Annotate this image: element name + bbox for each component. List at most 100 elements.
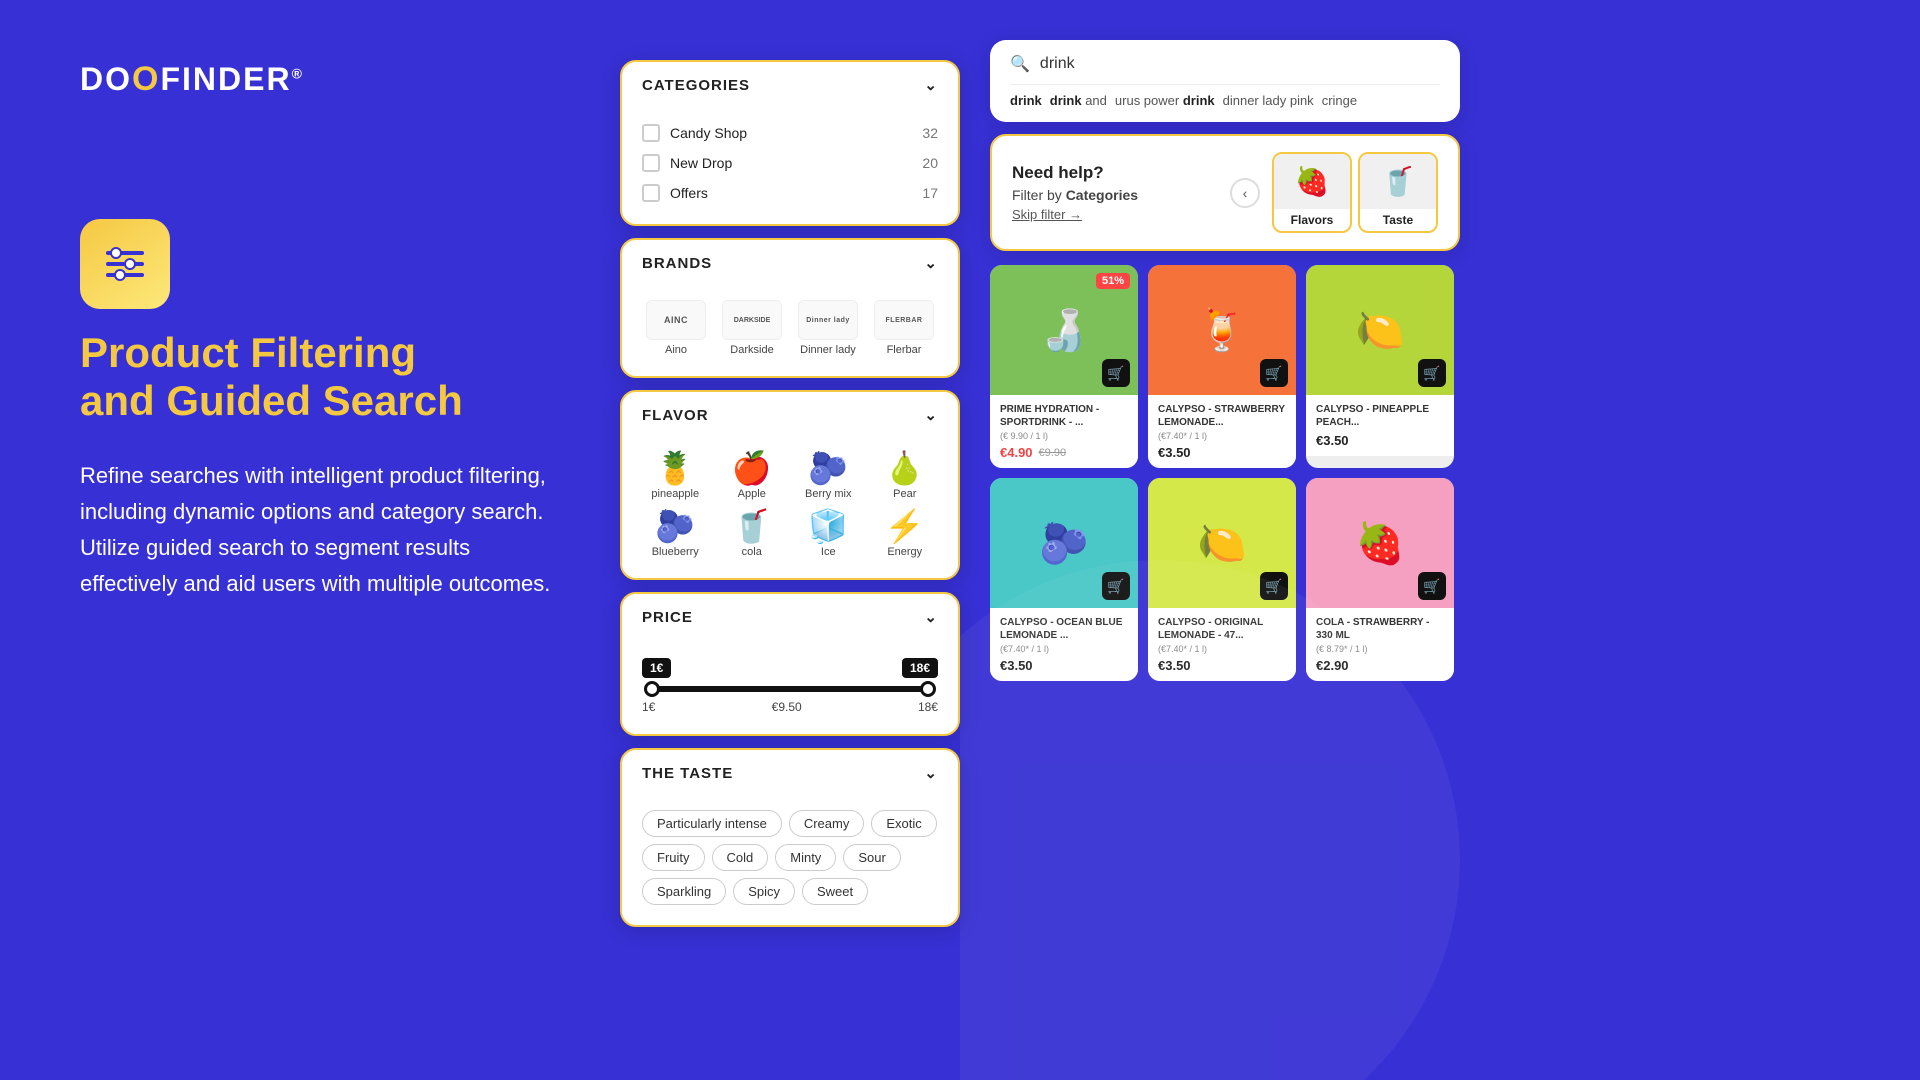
product-name-1: CALYPSO - STRAWBERRY LEMONADE... <box>1158 403 1286 429</box>
flavor-pear[interactable]: 🍐 Pear <box>872 452 939 500</box>
taste-tag-9[interactable]: Sweet <box>802 878 868 905</box>
product-card-5[interactable]: 🍓 🛒 COLA - STRAWBERRY - 330 ML (€ 8.79* … <box>1306 478 1454 681</box>
taste-tag-6[interactable]: Sour <box>843 844 900 871</box>
category-name-1: New Drop <box>670 155 732 171</box>
price-slider-fill <box>652 686 929 692</box>
price-header[interactable]: PRICE ⌄ <box>622 594 958 640</box>
brand-item-0[interactable]: AINC Aino <box>642 300 710 356</box>
flavor-apple[interactable]: 🍎 Apple <box>719 452 786 500</box>
price-labels-top: 1€ 18€ <box>642 658 938 678</box>
taste-chevron-icon: ⌄ <box>924 764 938 782</box>
add-to-cart-4[interactable]: 🛒 <box>1260 572 1288 600</box>
taste-card: THE TASTE ⌄ Particularly intense Creamy … <box>620 748 960 927</box>
taste-tag-5[interactable]: Minty <box>775 844 836 871</box>
energy-icon: ⚡ <box>885 510 925 542</box>
taste-tag-3[interactable]: Fruity <box>642 844 705 871</box>
product-card-0[interactable]: 🍶 51% 🛒 PRIME HYDRATION - SPORTDRINK - .… <box>990 265 1138 468</box>
search-sugg-2[interactable]: urus power drink <box>1115 93 1215 108</box>
flavor-cola[interactable]: 🥤 cola <box>719 510 786 558</box>
brand-logo-2: Dinner lady <box>798 300 858 340</box>
search-sugg-3[interactable]: dinner lady pink <box>1223 93 1314 108</box>
product-name-3: CALYPSO - OCEAN BLUE LEMONADE ... <box>1000 616 1128 642</box>
taste-tag-0[interactable]: Particularly intense <box>642 810 782 837</box>
search-panel: 🔍 drink drink drink and urus power drink… <box>990 40 1460 122</box>
price-body: 1€ 18€ 1€ €9.50 18€ <box>622 640 958 734</box>
categories-header[interactable]: CATEGORIES ⌄ <box>622 62 958 108</box>
taste-tag-4[interactable]: Cold <box>712 844 769 871</box>
search-sugg-4[interactable]: cringe <box>1322 93 1357 108</box>
flavor-card: FLAVOR ⌄ 🍍 pineapple 🍎 Apple 🫐 Berry mix <box>620 390 960 580</box>
search-bar: 🔍 drink <box>1010 54 1440 85</box>
flavor-label-7: Energy <box>887 546 922 558</box>
brands-header[interactable]: BRANDS ⌄ <box>622 240 958 286</box>
taste-header[interactable]: THE TASTE ⌄ <box>622 750 958 796</box>
search-sugg-1[interactable]: drink and <box>1050 93 1107 108</box>
add-to-cart-2[interactable]: 🛒 <box>1418 359 1446 387</box>
product-price-1: €3.50 <box>1158 445 1191 460</box>
price-card: PRICE ⌄ 1€ 18€ 1€ €9.50 18€ <box>620 592 960 736</box>
add-to-cart-3[interactable]: 🛒 <box>1102 572 1130 600</box>
flavor-blueberry[interactable]: 🫐 Blueberry <box>642 510 709 558</box>
taste-tag-2[interactable]: Exotic <box>871 810 936 837</box>
blueberry-icon: 🫐 <box>655 510 695 542</box>
price-thumb-min[interactable] <box>644 681 660 697</box>
categories-body: Candy Shop 32 New Drop 20 Offers 17 <box>622 108 958 224</box>
categories-chevron-icon: ⌄ <box>924 76 938 94</box>
product-badge-0: 51% <box>1096 273 1130 289</box>
guided-title: Need help? <box>1012 163 1218 183</box>
brands-chevron-icon: ⌄ <box>924 254 938 272</box>
flavors-label: Flavors <box>1287 209 1338 231</box>
category-checkbox-2[interactable] <box>642 184 660 202</box>
taste-tag-8[interactable]: Spicy <box>733 878 795 905</box>
search-query[interactable]: drink <box>1040 55 1075 73</box>
apple-icon: 🍎 <box>732 452 772 484</box>
product-price-4: €3.50 <box>1158 658 1191 673</box>
product-info-0: PRIME HYDRATION - SPORTDRINK - ... (€ 9.… <box>990 395 1138 468</box>
category-checkbox-1[interactable] <box>642 154 660 172</box>
flavor-pineapple[interactable]: 🍍 pineapple <box>642 452 709 500</box>
brand-item-2[interactable]: Dinner lady Dinner lady <box>794 300 862 356</box>
right-panel: 🔍 drink drink drink and urus power drink… <box>960 0 1920 1080</box>
products-grid: 🍶 51% 🛒 PRIME HYDRATION - SPORTDRINK - .… <box>990 265 1460 681</box>
brand-logo-0: AINC <box>646 300 706 340</box>
product-price-2: €3.50 <box>1316 433 1349 448</box>
price-slider-track[interactable] <box>646 686 934 692</box>
product-card-1[interactable]: 🍹 🛒 CALYPSO - STRAWBERRY LEMONADE... (€7… <box>1148 265 1296 468</box>
add-to-cart-5[interactable]: 🛒 <box>1418 572 1446 600</box>
guided-prev-button[interactable]: ‹ <box>1230 178 1260 208</box>
flavor-header[interactable]: FLAVOR ⌄ <box>622 392 958 438</box>
brand-item-3[interactable]: FLERBAR Flerbar <box>870 300 938 356</box>
guided-filter-flavors[interactable]: 🍓 Flavors <box>1272 152 1352 233</box>
product-card-2[interactable]: 🍋 🛒 CALYPSO - PINEAPPLE PEACH... €3.50 <box>1306 265 1454 468</box>
flavor-title: FLAVOR <box>642 407 709 424</box>
add-to-cart-0[interactable]: 🛒 <box>1102 359 1130 387</box>
product-sub-0: (€ 9.90 / 1 l) <box>1000 431 1128 441</box>
category-checkbox-0[interactable] <box>642 124 660 142</box>
product-price-3: €3.50 <box>1000 658 1033 673</box>
flavor-label-5: cola <box>742 546 762 558</box>
add-to-cart-1[interactable]: 🛒 <box>1260 359 1288 387</box>
flavor-ice[interactable]: 🧊 Ice <box>795 510 862 558</box>
brand-item-1[interactable]: DARKSIDE Darkside <box>718 300 786 356</box>
taste-body: Particularly intense Creamy Exotic Fruit… <box>622 796 958 925</box>
taste-tag-1[interactable]: Creamy <box>789 810 865 837</box>
guided-nav: ‹ <box>1230 178 1260 208</box>
product-card-3[interactable]: 🫐 🛒 CALYPSO - OCEAN BLUE LEMONADE ... (€… <box>990 478 1138 681</box>
price-mid-label: €9.50 <box>772 700 802 714</box>
product-card-4[interactable]: 🍋 🛒 CALYPSO - ORIGINAL LEMONADE - 47... … <box>1148 478 1296 681</box>
product-info-3: CALYPSO - OCEAN BLUE LEMONADE ... (€7.40… <box>990 608 1138 681</box>
flavor-label-4: Blueberry <box>652 546 699 558</box>
flavor-energy[interactable]: ⚡ Energy <box>872 510 939 558</box>
brands-grid: AINC Aino DARKSIDE Darkside Dinner lady … <box>642 296 938 360</box>
taste-tag-7[interactable]: Sparkling <box>642 878 726 905</box>
search-icon: 🔍 <box>1010 54 1030 74</box>
brand-name: DOOFINDER® <box>80 61 304 97</box>
product-sub-1: (€7.40* / 1 l) <box>1158 431 1286 441</box>
flavor-berry[interactable]: 🫐 Berry mix <box>795 452 862 500</box>
search-sugg-0[interactable]: drink <box>1010 93 1042 108</box>
guided-filter-taste[interactable]: 🥤 Taste <box>1358 152 1438 233</box>
guided-skip[interactable]: Skip filter → <box>1012 207 1218 222</box>
price-thumb-max[interactable] <box>920 681 936 697</box>
flavors-image: 🍓 <box>1272 154 1352 209</box>
berry-icon: 🫐 <box>808 452 848 484</box>
